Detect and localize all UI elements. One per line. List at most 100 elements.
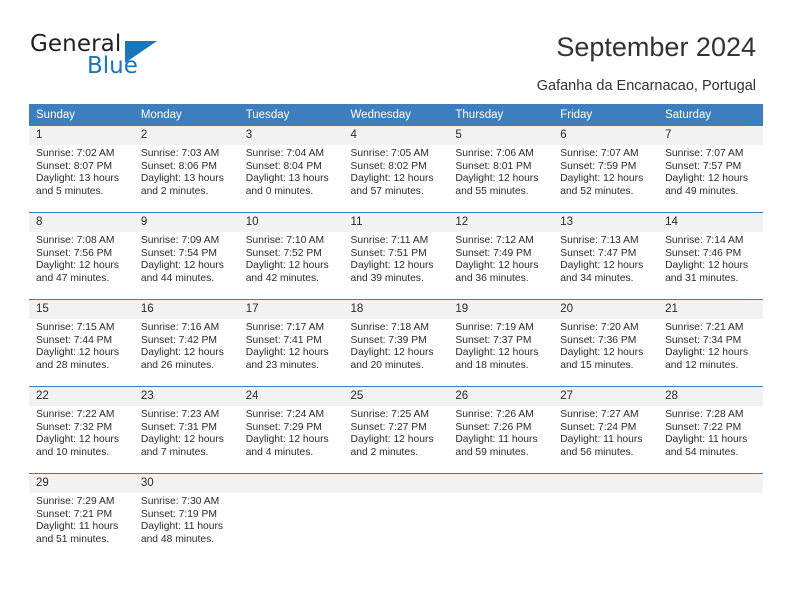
day-number: 11: [343, 213, 449, 232]
calendar-week-row: 1 Sunrise: 7:02 AM Sunset: 8:07 PM Daylight…: [29, 126, 763, 213]
sunset-text: Sunset: 7:56 PM: [36, 247, 113, 259]
sunset-text: Sunset: 8:02 PM: [350, 160, 427, 172]
sunrise-text: Sunrise: 7:13 AM: [560, 235, 639, 246]
day-cell-content: 22 Sunrise: 7:22 AM Sunset: 7:32 PM Dayligh…: [29, 387, 134, 473]
calendar-day-cell[interactable]: 27 Sunrise: 7:27 AM Sunset: 7:24 PM Dayligh…: [553, 386, 659, 474]
day-sun-info: Sunrise: 7:28 AM Sunset: 7:22 PM Daylight:…: [658, 406, 763, 459]
calendar-day-cell[interactable]: 11 Sunrise: 7:11 AM Sunset: 7:51 PM Dayligh…: [343, 212, 449, 300]
general-blue-logo[interactable]: General Blue: [30, 31, 170, 87]
calendar-week-row: 29 Sunrise: 7:29 AM Sunset: 7:21 PM Dayligh…: [29, 473, 763, 560]
calendar-body: 1 Sunrise: 7:02 AM Sunset: 8:07 PM Daylight…: [29, 126, 763, 560]
day-cell-content: 20 Sunrise: 7:20 AM Sunset: 7:36 PM Dayligh…: [553, 300, 659, 386]
calendar-day-cell[interactable]: 10 Sunrise: 7:10 AM Sunset: 7:52 PM Dayligh…: [238, 212, 344, 300]
calendar-day-cell[interactable]: 19 Sunrise: 7:19 AM Sunset: 7:37 PM Dayligh…: [448, 299, 554, 387]
sunrise-text: Sunrise: 7:16 AM: [140, 322, 220, 333]
day-sun-info: Sunrise: 7:04 AM Sunset: 8:04 PM Daylight:…: [239, 145, 344, 198]
day-sun-info: Sunrise: 7:20 AM Sunset: 7:36 PM Daylight:…: [553, 319, 658, 372]
calendar-day-cell[interactable]: 7 Sunrise: 7:07 AM Sunset: 7:57 PM Daylight…: [658, 126, 763, 213]
sunset-text: Sunset: 7:29 PM: [245, 421, 322, 433]
day-number: 18: [343, 300, 449, 319]
calendar-day-cell[interactable]: 21 Sunrise: 7:21 AM Sunset: 7:34 PM Dayligh…: [658, 299, 763, 387]
day-number: 24: [238, 387, 344, 406]
calendar-day-cell[interactable]: 4 Sunrise: 7:05 AM Sunset: 8:02 PM Daylight…: [343, 126, 449, 213]
day-number: [238, 474, 344, 493]
daylight-text-line2: and 15 minutes.: [560, 359, 634, 371]
day-sun-info: Sunrise: 7:16 AM Sunset: 7:42 PM Daylight:…: [134, 319, 239, 372]
day-cell-content: 11 Sunrise: 7:11 AM Sunset: 7:51 PM Dayligh…: [343, 213, 449, 299]
weekday-header-saturday: Saturday: [658, 104, 763, 126]
day-cell-content: [343, 474, 449, 560]
sunset-text: Sunset: 7:57 PM: [665, 160, 742, 172]
daylight-text-line2: and 0 minutes.: [245, 185, 314, 197]
day-cell-content: 3 Sunrise: 7:04 AM Sunset: 8:04 PM Daylight…: [238, 126, 344, 212]
daylight-text-line2: and 57 minutes.: [350, 185, 424, 197]
calendar-day-cell[interactable]: 18 Sunrise: 7:18 AM Sunset: 7:39 PM Dayligh…: [343, 299, 449, 387]
day-number: 27: [553, 387, 659, 406]
day-number: 5: [448, 126, 554, 145]
calendar-day-cell[interactable]: 5 Sunrise: 7:06 AM Sunset: 8:01 PM Daylight…: [448, 126, 554, 213]
daylight-text-line1: Daylight: 12 hours: [350, 173, 434, 185]
calendar-day-cell[interactable]: 30 Sunrise: 7:30 AM Sunset: 7:19 PM Dayligh…: [133, 473, 239, 560]
day-number: 19: [448, 300, 554, 319]
day-cell-content: [448, 474, 554, 560]
day-sun-info: Sunrise: 7:30 AM Sunset: 7:19 PM Daylight:…: [134, 493, 239, 546]
day-sun-info: Sunrise: 7:14 AM Sunset: 7:46 PM Daylight:…: [658, 232, 763, 285]
calendar-day-cell[interactable]: 23 Sunrise: 7:23 AM Sunset: 7:31 PM Dayligh…: [133, 386, 239, 474]
day-sun-info: Sunrise: 7:12 AM Sunset: 7:49 PM Daylight:…: [448, 232, 553, 285]
daylight-text-line1: Daylight: 12 hours: [245, 260, 329, 272]
calendar-day-cell[interactable]: 15 Sunrise: 7:15 AM Sunset: 7:44 PM Dayligh…: [29, 299, 134, 387]
day-number: 14: [658, 213, 763, 232]
calendar-day-cell[interactable]: 2 Sunrise: 7:03 AM Sunset: 8:06 PM Daylight…: [133, 126, 239, 213]
daylight-text-line1: Daylight: 12 hours: [140, 347, 224, 359]
calendar-day-cell[interactable]: 12 Sunrise: 7:12 AM Sunset: 7:49 PM Dayligh…: [448, 212, 554, 300]
calendar-day-cell[interactable]: 9 Sunrise: 7:09 AM Sunset: 7:54 PM Daylight…: [133, 212, 239, 300]
calendar-day-cell[interactable]: 17 Sunrise: 7:17 AM Sunset: 7:41 PM Dayligh…: [238, 299, 344, 387]
calendar-day-cell[interactable]: 26 Sunrise: 7:26 AM Sunset: 7:26 PM Dayligh…: [448, 386, 554, 474]
calendar-table: Sunday Monday Tuesday Wednesday Thursday…: [29, 104, 763, 560]
calendar-day-cell[interactable]: 8 Sunrise: 7:08 AM Sunset: 7:56 PM Daylight…: [29, 212, 134, 300]
day-cell-content: 14 Sunrise: 7:14 AM Sunset: 7:46 PM Dayligh…: [658, 213, 763, 299]
daylight-text-line1: Daylight: 11 hours: [665, 434, 748, 446]
daylight-text-line2: and 7 minutes.: [140, 446, 209, 458]
calendar-day-cell[interactable]: 20 Sunrise: 7:20 AM Sunset: 7:36 PM Dayligh…: [553, 299, 659, 387]
day-sun-info: Sunrise: 7:17 AM Sunset: 7:41 PM Daylight:…: [239, 319, 344, 372]
day-number: 20: [553, 300, 659, 319]
calendar-day-cell[interactable]: 16 Sunrise: 7:16 AM Sunset: 7:42 PM Dayligh…: [133, 299, 239, 387]
sunrise-text: Sunrise: 7:04 AM: [245, 148, 325, 159]
daylight-text-line2: and 59 minutes.: [455, 446, 529, 458]
day-cell-content: 27 Sunrise: 7:27 AM Sunset: 7:24 PM Dayligh…: [553, 387, 659, 473]
sunrise-text: Sunrise: 7:27 AM: [560, 409, 639, 420]
daylight-text-line2: and 49 minutes.: [665, 185, 739, 197]
calendar-day-cell[interactable]: 25 Sunrise: 7:25 AM Sunset: 7:27 PM Dayligh…: [343, 386, 449, 474]
calendar-day-cell[interactable]: 6 Sunrise: 7:07 AM Sunset: 7:59 PM Daylight…: [553, 126, 659, 213]
day-number: 13: [553, 213, 659, 232]
calendar-day-cell[interactable]: 22 Sunrise: 7:22 AM Sunset: 7:32 PM Dayligh…: [29, 386, 134, 474]
day-cell-content: 18 Sunrise: 7:18 AM Sunset: 7:39 PM Dayligh…: [343, 300, 449, 386]
page-title: September 2024: [556, 32, 756, 62]
logo-text-blue: Blue: [87, 53, 138, 79]
day-number: 9: [133, 213, 239, 232]
daylight-text-line2: and 52 minutes.: [560, 185, 634, 197]
calendar-day-cell[interactable]: 3 Sunrise: 7:04 AM Sunset: 8:04 PM Daylight…: [238, 126, 344, 213]
calendar-day-cell[interactable]: 29 Sunrise: 7:29 AM Sunset: 7:21 PM Dayligh…: [29, 473, 134, 560]
calendar-day-cell[interactable]: 14 Sunrise: 7:14 AM Sunset: 7:46 PM Dayligh…: [658, 212, 763, 300]
page-subtitle: Gafanha da Encarnacao, Portugal: [536, 78, 756, 94]
day-sun-info: Sunrise: 7:06 AM Sunset: 8:01 PM Daylight:…: [448, 145, 553, 198]
day-sun-info: Sunrise: 7:09 AM Sunset: 7:54 PM Daylight:…: [134, 232, 239, 285]
weekday-header-thursday: Thursday: [448, 104, 554, 126]
day-sun-info: Sunrise: 7:13 AM Sunset: 7:47 PM Daylight:…: [553, 232, 658, 285]
day-number: 28: [658, 387, 763, 406]
calendar-day-cell[interactable]: 1 Sunrise: 7:02 AM Sunset: 8:07 PM Daylight…: [29, 126, 134, 213]
daylight-text-line2: and 48 minutes.: [140, 533, 215, 545]
daylight-text-line2: and 54 minutes.: [665, 446, 739, 458]
daylight-text-line2: and 12 minutes.: [665, 359, 739, 371]
sunset-text: Sunset: 7:37 PM: [455, 334, 532, 346]
calendar-day-cell: [658, 473, 763, 560]
calendar-day-cell[interactable]: 28 Sunrise: 7:28 AM Sunset: 7:22 PM Dayligh…: [658, 386, 763, 474]
calendar-day-cell[interactable]: 24 Sunrise: 7:24 AM Sunset: 7:29 PM Dayligh…: [238, 386, 344, 474]
daylight-text-line2: and 23 minutes.: [245, 359, 319, 371]
daylight-text-line1: Daylight: 12 hours: [560, 260, 644, 272]
calendar-day-cell[interactable]: 13 Sunrise: 7:13 AM Sunset: 7:47 PM Dayligh…: [553, 212, 659, 300]
day-cell-content: 17 Sunrise: 7:17 AM Sunset: 7:41 PM Dayligh…: [238, 300, 344, 386]
day-sun-info: Sunrise: 7:29 AM Sunset: 7:21 PM Daylight:…: [29, 493, 134, 546]
